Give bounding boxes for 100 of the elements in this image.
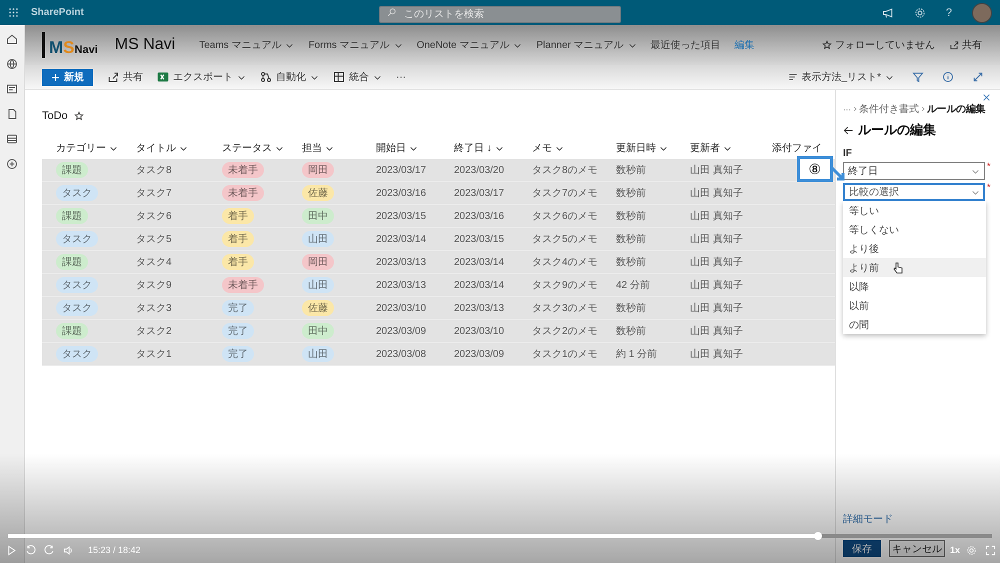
new-button[interactable]: 新規 bbox=[42, 68, 93, 86]
flow-icon[interactable] bbox=[260, 71, 272, 83]
list-title: ToDo bbox=[42, 110, 68, 122]
search-field[interactable]: このリストを検索 bbox=[379, 6, 621, 23]
category-tag: タスク bbox=[56, 231, 98, 247]
nav-item[interactable]: OneNote マニュアル bbox=[416, 38, 522, 52]
nav-item[interactable]: Teams マニュアル bbox=[199, 38, 294, 52]
column-header[interactable]: タイトル bbox=[136, 141, 222, 155]
nav-item[interactable]: Forms マニュアル bbox=[308, 38, 403, 52]
progress-bar[interactable] bbox=[8, 534, 992, 538]
list-row[interactable]: タスク タスク9 未着手 山田 2023/03/13 2023/03/14 タスク9のメモ 42 分前 山田 真知子 bbox=[42, 274, 835, 297]
dropdown-field[interactable]: 終了日 bbox=[843, 162, 985, 180]
play-icon[interactable] bbox=[6, 544, 17, 556]
follow-button[interactable]: フォローしていません bbox=[822, 38, 935, 52]
nav-item[interactable]: 最近使った項目 bbox=[650, 38, 721, 52]
list-row[interactable]: 課題 タスク2 完了 田中 2023/03/09 2023/03/10 タスク2のメモ 数秒前 山田 真知子 bbox=[42, 320, 835, 343]
site-name[interactable]: MS Navi bbox=[114, 36, 176, 54]
app-name[interactable]: SharePoint bbox=[31, 7, 84, 18]
assignee-tag: 佐藤 bbox=[302, 300, 334, 316]
column-header[interactable]: 更新者 bbox=[690, 141, 772, 155]
column-header[interactable]: 添付ファイ bbox=[772, 141, 833, 155]
list-row[interactable]: タスク タスク7 未着手 佐藤 2023/03/16 2023/03/17 タスク7のメモ 数秒前 山田 真知子 bbox=[42, 182, 835, 205]
megaphone-icon[interactable] bbox=[882, 6, 894, 18]
save-button[interactable]: 保存 bbox=[843, 540, 881, 557]
dropdown-option[interactable]: の間 bbox=[843, 315, 986, 334]
nav-item[interactable]: Planner マニュアル bbox=[536, 38, 637, 52]
column-header[interactable]: ステータス bbox=[222, 141, 302, 155]
column-header[interactable]: 更新日時 bbox=[616, 141, 690, 155]
document-icon[interactable] bbox=[6, 108, 18, 120]
settings-icon[interactable] bbox=[914, 6, 926, 18]
progress-handle[interactable] bbox=[814, 532, 822, 540]
list-icon[interactable] bbox=[788, 72, 798, 82]
share-button[interactable]: 共有 bbox=[949, 38, 982, 52]
dropdown-option[interactable]: 等しくない bbox=[843, 220, 986, 239]
chevron-right-icon[interactable] bbox=[852, 106, 858, 112]
table-cell-text: 山田 真知子 bbox=[690, 278, 744, 292]
back-arrow-icon[interactable] bbox=[843, 124, 854, 136]
globe-icon[interactable] bbox=[6, 58, 18, 70]
table-cell-text: 山田 真知子 bbox=[690, 164, 744, 177]
news-icon[interactable] bbox=[6, 83, 18, 95]
status-tag: 未着手 bbox=[222, 162, 264, 178]
dropdown-option[interactable]: より前 bbox=[843, 258, 986, 277]
command-button[interactable]: エクスポート bbox=[157, 70, 246, 84]
cancel-button[interactable]: キャンセル bbox=[889, 540, 945, 557]
list-row[interactable]: 課題 タスク6 着手 田中 2023/03/15 2023/03/16 タスク6のメモ 数秒前 山田 真知子 bbox=[42, 205, 835, 228]
breadcrumb-item[interactable]: ルールの編集 bbox=[927, 102, 986, 116]
command-button[interactable]: 統合 bbox=[333, 70, 382, 84]
expand-icon[interactable] bbox=[972, 71, 984, 83]
app-launcher-icon[interactable] bbox=[8, 7, 19, 18]
filter-icon[interactable] bbox=[912, 71, 924, 83]
column-header[interactable]: 開始日 bbox=[376, 141, 454, 155]
database-icon[interactable] bbox=[6, 133, 18, 145]
breadcrumb-item[interactable]: ··· bbox=[843, 104, 851, 114]
grid-icon[interactable] bbox=[333, 71, 345, 83]
more-button[interactable]: ··· bbox=[396, 72, 406, 82]
star-icon[interactable] bbox=[74, 111, 84, 121]
close-icon[interactable] bbox=[982, 93, 991, 102]
dropdown-option[interactable]: より後 bbox=[843, 239, 986, 258]
dropdown-field[interactable]: 比較の選択 bbox=[843, 183, 985, 201]
status-tag: 完了 bbox=[222, 323, 254, 339]
add-icon[interactable] bbox=[6, 158, 18, 170]
chevron-right-icon[interactable] bbox=[920, 106, 926, 112]
table-cell-text: タスク8 bbox=[136, 164, 173, 177]
status-tag: 着手 bbox=[222, 208, 254, 224]
dropdown-option[interactable]: 以前 bbox=[843, 296, 986, 315]
column-header[interactable]: 担当 bbox=[302, 141, 376, 155]
command-button[interactable]: 共有 bbox=[107, 70, 143, 84]
hand-cursor-icon bbox=[893, 262, 903, 274]
list-row[interactable]: タスク タスク1 完了 山田 2023/03/08 2023/03/09 タスク1のメモ 約 1 分前 山田 真知子 bbox=[42, 343, 835, 366]
info-icon[interactable] bbox=[942, 71, 954, 83]
category-tag: タスク bbox=[56, 185, 98, 201]
column-header[interactable]: メモ bbox=[532, 141, 616, 155]
table-cell-text: タスク2のメモ bbox=[532, 325, 599, 338]
plus-icon[interactable] bbox=[51, 72, 60, 82]
command-button[interactable]: 自動化 bbox=[260, 70, 319, 84]
view-dropdown[interactable]: 表示方法_リスト* bbox=[788, 70, 894, 84]
star-icon[interactable] bbox=[822, 40, 832, 50]
table-cell-text: 2023/03/10 bbox=[454, 326, 506, 336]
table-cell-text: 2023/03/13 bbox=[454, 302, 506, 314]
list-row[interactable]: 課題 タスク4 着手 岡田 2023/03/13 2023/03/14 タスク4のメモ 数秒前 山田 真知子 bbox=[42, 251, 835, 274]
table-cell-text: タスク5のメモ bbox=[532, 233, 599, 246]
list-row[interactable]: タスク タスク3 完了 佐藤 2023/03/10 2023/03/13 タスク3のメモ 数秒前 山田 真知子 bbox=[42, 297, 835, 320]
home-icon[interactable] bbox=[6, 33, 18, 45]
help-icon[interactable]: ? bbox=[946, 6, 952, 18]
list-row[interactable]: タスク タスク5 着手 山田 2023/03/14 2023/03/15 タスク5のメモ 数秒前 山田 真知子 bbox=[42, 228, 835, 251]
dropdown-option[interactable]: 以降 bbox=[843, 277, 986, 296]
advanced-mode-link[interactable]: 詳細モード bbox=[843, 512, 998, 526]
assignee-tag: 佐藤 bbox=[302, 185, 334, 201]
column-header[interactable]: カテゴリー bbox=[56, 141, 136, 155]
spreadsheet-icon[interactable] bbox=[157, 71, 169, 83]
dropdown-option[interactable]: 等しい bbox=[843, 201, 986, 220]
category-tag: 課題 bbox=[56, 162, 88, 178]
breadcrumb-item[interactable]: 条件付き書式 bbox=[859, 102, 919, 116]
table-cell-text: 2023/03/08 bbox=[376, 348, 428, 360]
site-logo[interactable]: MSNavi bbox=[42, 32, 102, 58]
assignee-tag: 田中 bbox=[302, 208, 334, 224]
share-icon[interactable] bbox=[949, 40, 959, 50]
column-header[interactable]: 終了日 ↓ bbox=[454, 141, 532, 155]
table-cell-text: タスク9のメモ bbox=[532, 279, 599, 292]
share-icon[interactable] bbox=[107, 71, 119, 83]
